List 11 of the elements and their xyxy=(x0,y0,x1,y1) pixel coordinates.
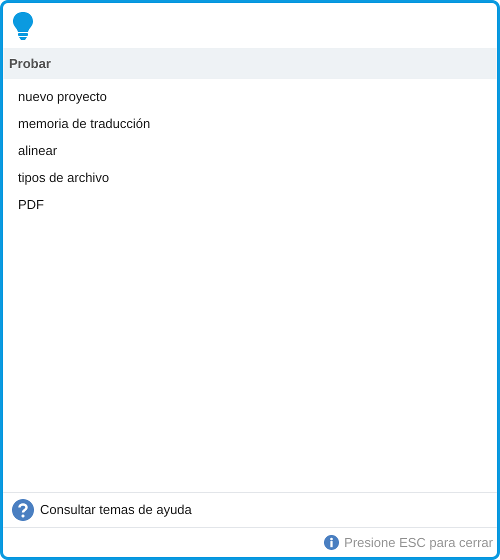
list-item[interactable]: memoria de traducción xyxy=(18,114,150,134)
list-item[interactable]: tipos de archivo xyxy=(18,168,110,188)
help-icon xyxy=(12,499,34,521)
footer-hint: Presione ESC para cerrar xyxy=(344,534,493,552)
lightbulb-icon xyxy=(12,10,34,40)
list-item[interactable]: alinear xyxy=(18,140,58,160)
list-item[interactable]: PDF xyxy=(18,194,44,214)
info-icon xyxy=(324,535,340,550)
list-item[interactable]: nuevo proyecto xyxy=(18,86,107,106)
help-link[interactable]: Consultar temas de ayuda xyxy=(40,500,192,520)
section-header: Probar xyxy=(3,48,497,79)
